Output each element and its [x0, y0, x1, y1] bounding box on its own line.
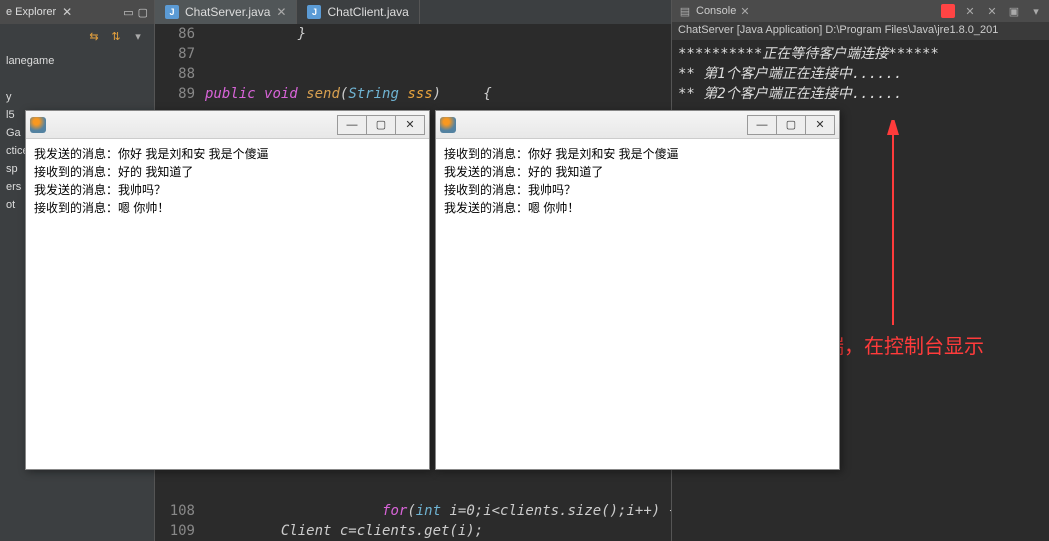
sidebar-toolbar: ⇆ ⇅ ▾ [0, 24, 154, 48]
line-number: 108 [155, 501, 205, 521]
chat-line: 接收到的消息：我帅吗？ [444, 181, 831, 199]
close-button[interactable]: ✕ [805, 115, 835, 135]
terminate-icon[interactable] [941, 4, 955, 18]
pin-icon[interactable]: ▾ [1029, 4, 1043, 18]
chat-line: 我发送的消息：你好 我是刘和安 我是个傻逼 [34, 145, 421, 163]
maximize-button[interactable]: ▢ [366, 115, 396, 135]
remove-icon[interactable]: ✕ [985, 4, 999, 18]
clear-icon[interactable]: ▣ [1007, 4, 1021, 18]
close-icon[interactable]: ✕ [276, 5, 286, 19]
chat-window-2[interactable]: — ▢ ✕ 接收到的消息：你好 我是刘和安 我是个傻逼 我发送的消息：好的 我知… [435, 110, 840, 470]
minimize-icon[interactable]: ▭ [123, 6, 133, 19]
sidebar-header: e Explorer ✕ ▭ ▢ [0, 0, 154, 24]
chat-body[interactable]: 我发送的消息：你好 我是刘和安 我是个傻逼 接收到的消息：好的 我知道了 我发送… [26, 139, 429, 223]
sidebar-item[interactable] [0, 70, 154, 88]
chat-body[interactable]: 接收到的消息：你好 我是刘和安 我是个傻逼 我发送的消息：好的 我知道了 接收到… [436, 139, 839, 223]
chat-line: 我发送的消息：好的 我知道了 [444, 163, 831, 181]
console-process-path: ChatServer [Java Application] D:\Program… [672, 22, 1049, 40]
chat-line: 接收到的消息：好的 我知道了 [34, 163, 421, 181]
close-icon[interactable]: ✕ [740, 5, 749, 18]
link-editor-icon[interactable]: ⇅ [108, 28, 124, 44]
maximize-button[interactable]: ▢ [776, 115, 806, 135]
collapse-all-icon[interactable]: ⇆ [86, 28, 102, 44]
java-app-icon [30, 117, 46, 133]
window-titlebar[interactable]: — ▢ ✕ [436, 111, 839, 139]
line-number: 89 [155, 84, 205, 104]
code-text: } [205, 24, 306, 44]
minimize-button[interactable]: — [747, 115, 777, 135]
window-buttons: — ▢ ✕ [748, 115, 835, 135]
close-icon[interactable]: ✕ [62, 5, 72, 19]
close-button[interactable]: ✕ [395, 115, 425, 135]
console-tab-bar: ▤ Console ✕ ✕ ✕ ▣ ▾ [672, 0, 1049, 22]
java-app-icon [440, 117, 456, 133]
view-menu-icon[interactable]: ▾ [130, 28, 146, 44]
maximize-icon[interactable]: ▢ [138, 6, 148, 19]
console-line: **********正在等待客户端连接****** [678, 44, 1043, 64]
java-file-icon: J [307, 5, 321, 19]
sidebar-title: e Explorer [6, 6, 56, 18]
line-number: 87 [155, 44, 205, 64]
tab-chatserver[interactable]: J ChatServer.java ✕ [155, 0, 297, 24]
console-icon: ▤ [678, 4, 692, 18]
chat-window-1[interactable]: — ▢ ✕ 我发送的消息：你好 我是刘和安 我是个傻逼 接收到的消息：好的 我知… [25, 110, 430, 470]
line-number: 86 [155, 24, 205, 44]
java-file-icon: J [165, 5, 179, 19]
chat-line: 我发送的消息：嗯 你帅！ [444, 199, 831, 217]
annotation-arrow [883, 120, 903, 330]
chat-line: 我发送的消息：我帅吗？ [34, 181, 421, 199]
code-text: Client c=clients.get(i); [205, 521, 483, 541]
chat-line: 接收到的消息：嗯 你帅！ [34, 199, 421, 217]
tab-label: ChatServer.java [185, 5, 270, 19]
chat-line: 接收到的消息：你好 我是刘和安 我是个傻逼 [444, 145, 831, 163]
console-line: ** 第2个客户端正在连接中...... [678, 84, 1043, 104]
code-text: public void send(String sss) { [205, 84, 492, 104]
line-number: 88 [155, 64, 205, 84]
minimize-button[interactable]: — [337, 115, 367, 135]
sidebar-item[interactable]: y [0, 88, 154, 106]
console-line: ** 第1个客户端正在连接中...... [678, 64, 1043, 84]
line-number: 109 [155, 521, 205, 541]
window-titlebar[interactable]: — ▢ ✕ [26, 111, 429, 139]
window-buttons: — ▢ ✕ [338, 115, 425, 135]
tab-chatclient[interactable]: J ChatClient.java [297, 0, 419, 24]
remove-all-icon[interactable]: ✕ [963, 4, 977, 18]
sidebar-item[interactable]: lanegame [0, 52, 154, 70]
console-tab-label[interactable]: Console [696, 5, 736, 17]
tab-label: ChatClient.java [327, 5, 408, 19]
